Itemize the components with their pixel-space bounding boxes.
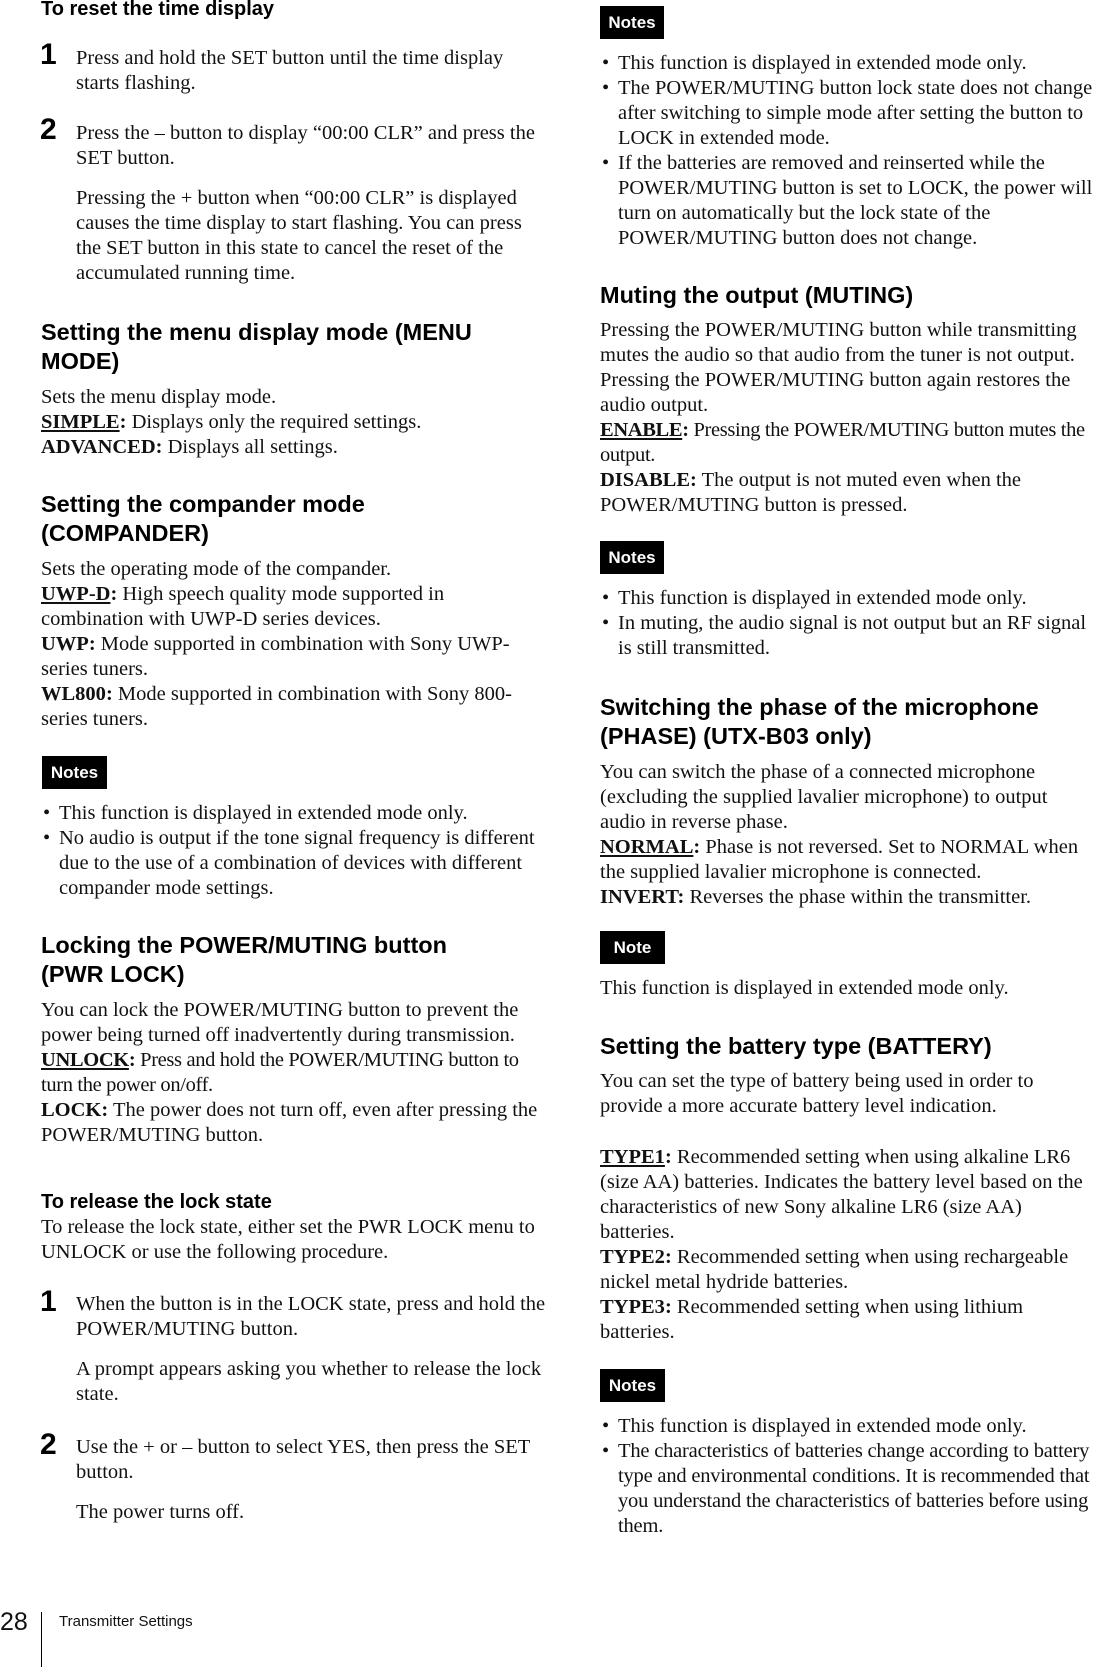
menu-mode-heading: Setting the menu display mode (MENU MODE… — [41, 319, 472, 374]
note-item: This function is displayed in extended m… — [600, 586, 1096, 611]
battery-notes: This function is displayed in extended m… — [600, 1414, 1096, 1539]
option-type1: TYPE1: Recommended setting when using al… — [600, 1146, 1083, 1243]
option-type2: TYPE2: Recommended setting when using re… — [600, 1246, 1069, 1293]
phase-heading: Switching the phase of the microphone (P… — [600, 694, 1039, 749]
step-number: 1 — [40, 1285, 57, 1318]
option-invert: INVERT: Reverses the phase within the tr… — [600, 886, 1032, 908]
option-key: NORMAL — [600, 836, 694, 858]
note-item: If the batteries are removed and reinser… — [600, 151, 1096, 251]
option-key: DISABLE — [600, 469, 691, 491]
step-text: Use the + or – button to select YES, the… — [76, 1436, 530, 1483]
battery-heading: Setting the battery type (BATTERY) — [600, 1033, 992, 1059]
option-key: WL800 — [41, 683, 106, 705]
notes-badge: Notes — [600, 541, 664, 574]
step-text: Press and hold the SET button until the … — [76, 47, 504, 94]
muting-notes: This function is displayed in extended m… — [600, 586, 1096, 661]
step-number: 2 — [40, 113, 57, 146]
option-key: UNLOCK — [41, 1049, 129, 1071]
option-key: TYPE3 — [600, 1296, 665, 1318]
page-number: 28 — [0, 1608, 28, 1636]
note-item: This function is displayed in extended m… — [600, 1414, 1096, 1439]
option-lock: LOCK: The power does not turn off, even … — [41, 1099, 538, 1146]
pwr-lock-notes: This function is displayed in extended m… — [600, 51, 1096, 251]
option-desc: Recommended setting when using alkaline … — [600, 1146, 1083, 1243]
battery-intro: You can set the type of battery being us… — [600, 1070, 1034, 1117]
compander-heading: Setting the compander mode (COMPANDER) — [41, 491, 365, 546]
step-subtext: The power turns off. — [76, 1501, 245, 1523]
step-number: 2 — [40, 1428, 57, 1461]
note-item: In muting, the audio signal is not outpu… — [600, 611, 1096, 661]
note-item: This function is displayed in extended m… — [41, 801, 541, 826]
muting-heading: Muting the output (MUTING) — [600, 282, 914, 308]
menu-mode-section: Sets the menu display mode. SIMPLE: Disp… — [41, 385, 541, 460]
muting-section: Pressing the POWER/MUTING button while t… — [600, 318, 1096, 518]
notes-badge: Notes — [600, 1369, 665, 1402]
option-key: TYPE2 — [600, 1246, 665, 1268]
option-type3: TYPE3: Recommended setting when using li… — [600, 1296, 1024, 1343]
step-number: 1 — [40, 38, 57, 71]
option-uwp: UWP: Mode supported in combination with … — [41, 633, 510, 680]
option-key: TYPE1 — [600, 1146, 665, 1168]
option-desc: Displays all settings. — [162, 436, 338, 458]
option-desc: Reverses the phase within the transmitte… — [684, 886, 1032, 908]
option-desc: Displays only the required settings. — [126, 411, 422, 433]
option-key: LOCK — [41, 1099, 102, 1121]
note-item: The POWER/MUTING button lock state does … — [600, 76, 1096, 151]
option-normal: NORMAL: Phase is not reversed. Set to NO… — [600, 836, 1079, 883]
section-intro: Pressing the POWER/MUTING button while t… — [600, 319, 1077, 416]
section-intro: Sets the menu display mode. — [41, 386, 277, 408]
step-subtext: Pressing the + button when “00:00 CLR” i… — [76, 187, 522, 284]
option-desc: Mode supported in combination with Sony … — [41, 633, 510, 680]
compander-section: Sets the operating mode of the compander… — [41, 557, 541, 732]
phase-note: This function is displayed in extended m… — [600, 977, 1009, 999]
section-intro: You can lock the POWER/MUTING button to … — [41, 999, 519, 1046]
step-subtext: A prompt appears asking you whether to r… — [76, 1358, 542, 1405]
footer-divider — [41, 1612, 42, 1667]
notes-badge: Notes — [600, 6, 664, 39]
battery-options: TYPE1: Recommended setting when using al… — [600, 1145, 1096, 1345]
notes-badge: Notes — [42, 756, 107, 789]
footer-section-title: Transmitter Settings — [59, 1613, 193, 1630]
pwr-lock-section: You can lock the POWER/MUTING button to … — [41, 998, 541, 1148]
option-key: UWP-D — [41, 583, 111, 605]
release-lock-heading: To release the lock state — [41, 1191, 272, 1213]
note-item: The characteristics of batteries change … — [600, 1439, 1096, 1539]
section-intro: You can switch the phase of a connected … — [600, 761, 1048, 833]
phase-section: You can switch the phase of a connected … — [600, 760, 1096, 910]
pwr-lock-heading: Locking the POWER/MUTING button (PWR LOC… — [41, 932, 447, 987]
option-simple: SIMPLE: Displays only the required setti… — [41, 411, 422, 433]
note-item: No audio is output if the tone signal fr… — [41, 826, 541, 901]
note-badge: Note — [600, 931, 665, 964]
option-wl800: WL800: Mode supported in combination wit… — [41, 683, 512, 730]
option-desc: The power does not turn off, even after … — [41, 1099, 538, 1146]
option-key: ENABLE — [600, 419, 683, 441]
option-key: ADVANCED — [41, 436, 156, 458]
step-text: When the button is in the LOCK state, pr… — [76, 1293, 546, 1340]
option-key: UWP — [41, 633, 89, 655]
option-enable: ENABLE: Pressing the POWER/MUTING button… — [600, 419, 1085, 466]
option-uwp-d: UWP-D: High speech quality mode supporte… — [41, 583, 445, 630]
option-disable: DISABLE: The output is not muted even wh… — [600, 469, 1021, 516]
release-lock-intro: To release the lock state, either set th… — [41, 1216, 535, 1263]
option-key: INVERT — [600, 886, 678, 908]
section-intro: Sets the operating mode of the compander… — [41, 558, 392, 580]
step-text: Press the – button to display “00:00 CLR… — [76, 122, 535, 169]
note-item: This function is displayed in extended m… — [600, 51, 1096, 76]
compander-notes: This function is displayed in extended m… — [41, 801, 541, 901]
reset-time-heading: To reset the time display — [41, 0, 275, 20]
option-advanced: ADVANCED: Displays all settings. — [41, 436, 338, 458]
option-unlock: UNLOCK: Press and hold the POWER/MUTING … — [41, 1049, 519, 1096]
option-key: SIMPLE — [41, 411, 120, 433]
